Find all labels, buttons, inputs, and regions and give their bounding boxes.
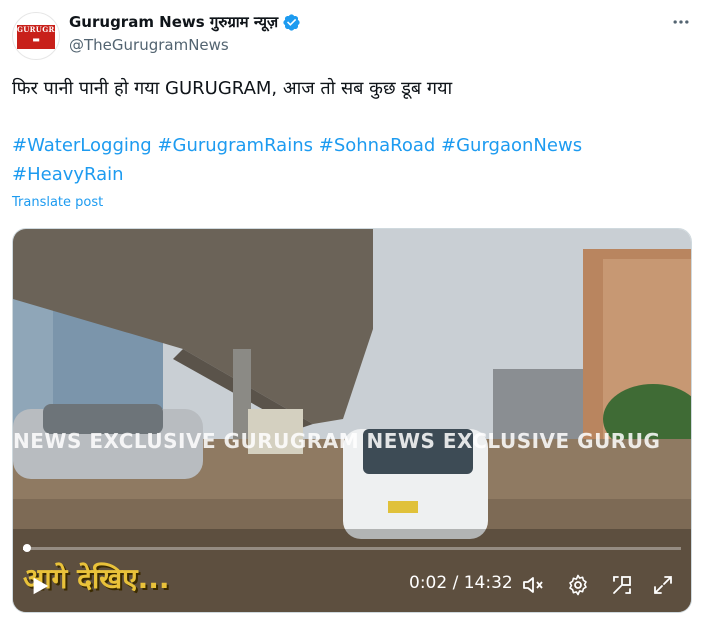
more-options-icon[interactable] <box>668 12 694 32</box>
hashtag-link[interactable]: #SohnaRoad <box>319 135 436 156</box>
video-player[interactable]: NEWS EXCLUSIVE GURUGRAM NEWS EXCLUSIVE G… <box>12 228 692 613</box>
author-handle[interactable]: @TheGurugramNews <box>69 36 229 54</box>
pip-icon[interactable] <box>610 573 634 597</box>
video-watermark: NEWS EXCLUSIVE GURUGRAM NEWS EXCLUSIVE G… <box>13 429 661 453</box>
video-frame <box>13 229 691 612</box>
settings-icon[interactable] <box>566 573 590 597</box>
verified-badge-icon <box>283 13 300 31</box>
post-text: फिर पानी पानी हो गया GURUGRAM, आज तो सब … <box>12 74 692 103</box>
post-text-line: फिर पानी पानी हो गया GURUGRAM, आज तो सब … <box>12 78 453 99</box>
avatar-logo-mark: ▬ <box>17 35 55 44</box>
hashtag-link[interactable]: #WaterLogging <box>12 135 152 156</box>
mute-icon[interactable] <box>521 573 545 597</box>
post-hashtags: #WaterLogging #GurugramRains #SohnaRoad … <box>12 131 692 189</box>
translate-post-link[interactable]: Translate post <box>12 195 103 210</box>
avatar-logo-strip <box>17 44 55 49</box>
author-name-row: Gurugram News गुरुग्राम न्यूज़ <box>69 11 301 33</box>
video-progress-bar[interactable] <box>23 544 681 552</box>
video-time-display: 0:02 / 14:32 <box>409 573 513 593</box>
hashtag-link[interactable]: #GurgaonNews <box>441 135 582 156</box>
avatar[interactable]: GURUGRAM NEWS ▬ <box>12 12 60 60</box>
video-progress-knob[interactable] <box>23 544 31 552</box>
ellipsis-icon <box>673 20 689 24</box>
hashtag-link[interactable]: #HeavyRain <box>12 164 124 185</box>
play-icon[interactable] <box>29 575 51 597</box>
fullscreen-icon[interactable] <box>651 573 675 597</box>
author-display-name[interactable]: Gurugram News गुरुग्राम न्यूज़ <box>69 12 278 32</box>
hashtag-link[interactable]: #GurugramRains <box>157 135 313 156</box>
